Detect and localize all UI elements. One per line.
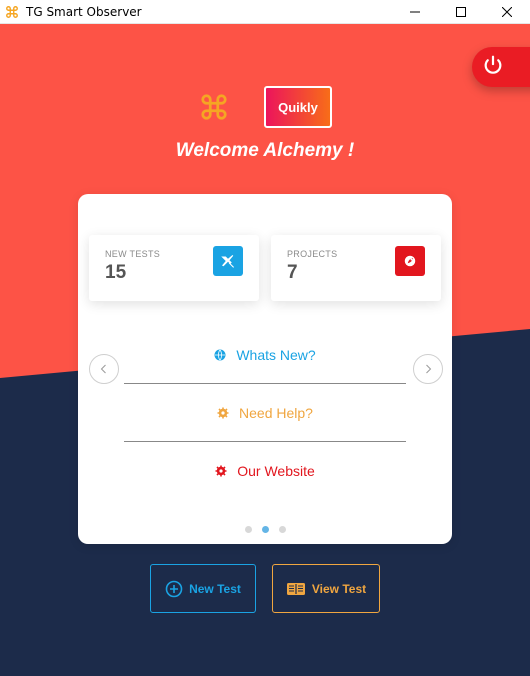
dashboard-card: NEW TESTS 15 PROJECTS 7 Whats New? Need … xyxy=(78,194,452,544)
link-our-website[interactable]: Our Website xyxy=(124,442,406,499)
globe-icon xyxy=(214,349,226,360)
power-icon xyxy=(482,54,504,81)
carousel-dot-2[interactable] xyxy=(261,526,269,533)
rocket-icon xyxy=(395,246,425,276)
maximize-button[interactable] xyxy=(438,0,484,24)
close-button[interactable] xyxy=(484,0,530,24)
quick-links: Whats New? Need Help? Our Website xyxy=(124,326,406,499)
stat-value: 7 xyxy=(287,262,298,283)
plus-circle-icon xyxy=(165,580,183,597)
carousel-dot-1[interactable] xyxy=(244,526,252,533)
stat-projects[interactable]: PROJECTS 7 xyxy=(271,235,441,301)
stat-new-tests[interactable]: NEW TESTS 15 xyxy=(89,235,259,301)
brand-badge: Quikly xyxy=(264,86,332,128)
link-label: Our Website xyxy=(237,462,315,479)
brand-row: Quikly xyxy=(0,86,530,128)
power-button[interactable] xyxy=(472,47,530,87)
carousel-prev-button[interactable] xyxy=(89,354,119,384)
window-titlebar: TG Smart Observer xyxy=(0,0,530,24)
carousel-next-button[interactable] xyxy=(413,354,443,384)
carousel-indicators xyxy=(78,526,452,533)
carousel-dot-3[interactable] xyxy=(278,526,286,533)
link-label: Whats New? xyxy=(236,346,316,363)
gear-icon xyxy=(215,465,227,476)
link-label: Need Help? xyxy=(239,404,313,421)
link-whats-new[interactable]: Whats New? xyxy=(124,326,406,383)
view-test-label: View Test xyxy=(311,581,367,596)
minimize-button[interactable] xyxy=(392,0,438,24)
command-icon xyxy=(4,4,20,20)
command-icon xyxy=(198,91,230,123)
stat-value: 15 xyxy=(105,262,127,283)
gear-icon xyxy=(217,407,229,418)
chevron-right-icon xyxy=(426,364,432,374)
stat-label: PROJECTS xyxy=(287,249,338,259)
window-title: TG Smart Observer xyxy=(26,4,142,19)
welcome-heading: Welcome Alchemy ! xyxy=(175,140,355,161)
new-test-button[interactable]: New Test xyxy=(150,564,256,613)
stat-label: NEW TESTS xyxy=(105,249,161,259)
link-need-help[interactable]: Need Help? xyxy=(124,384,406,441)
book-icon xyxy=(286,582,305,595)
chevron-left-icon xyxy=(100,364,106,374)
view-test-button[interactable]: View Test xyxy=(272,564,380,613)
tools-icon xyxy=(213,246,243,276)
new-test-label: New Test xyxy=(189,581,241,596)
